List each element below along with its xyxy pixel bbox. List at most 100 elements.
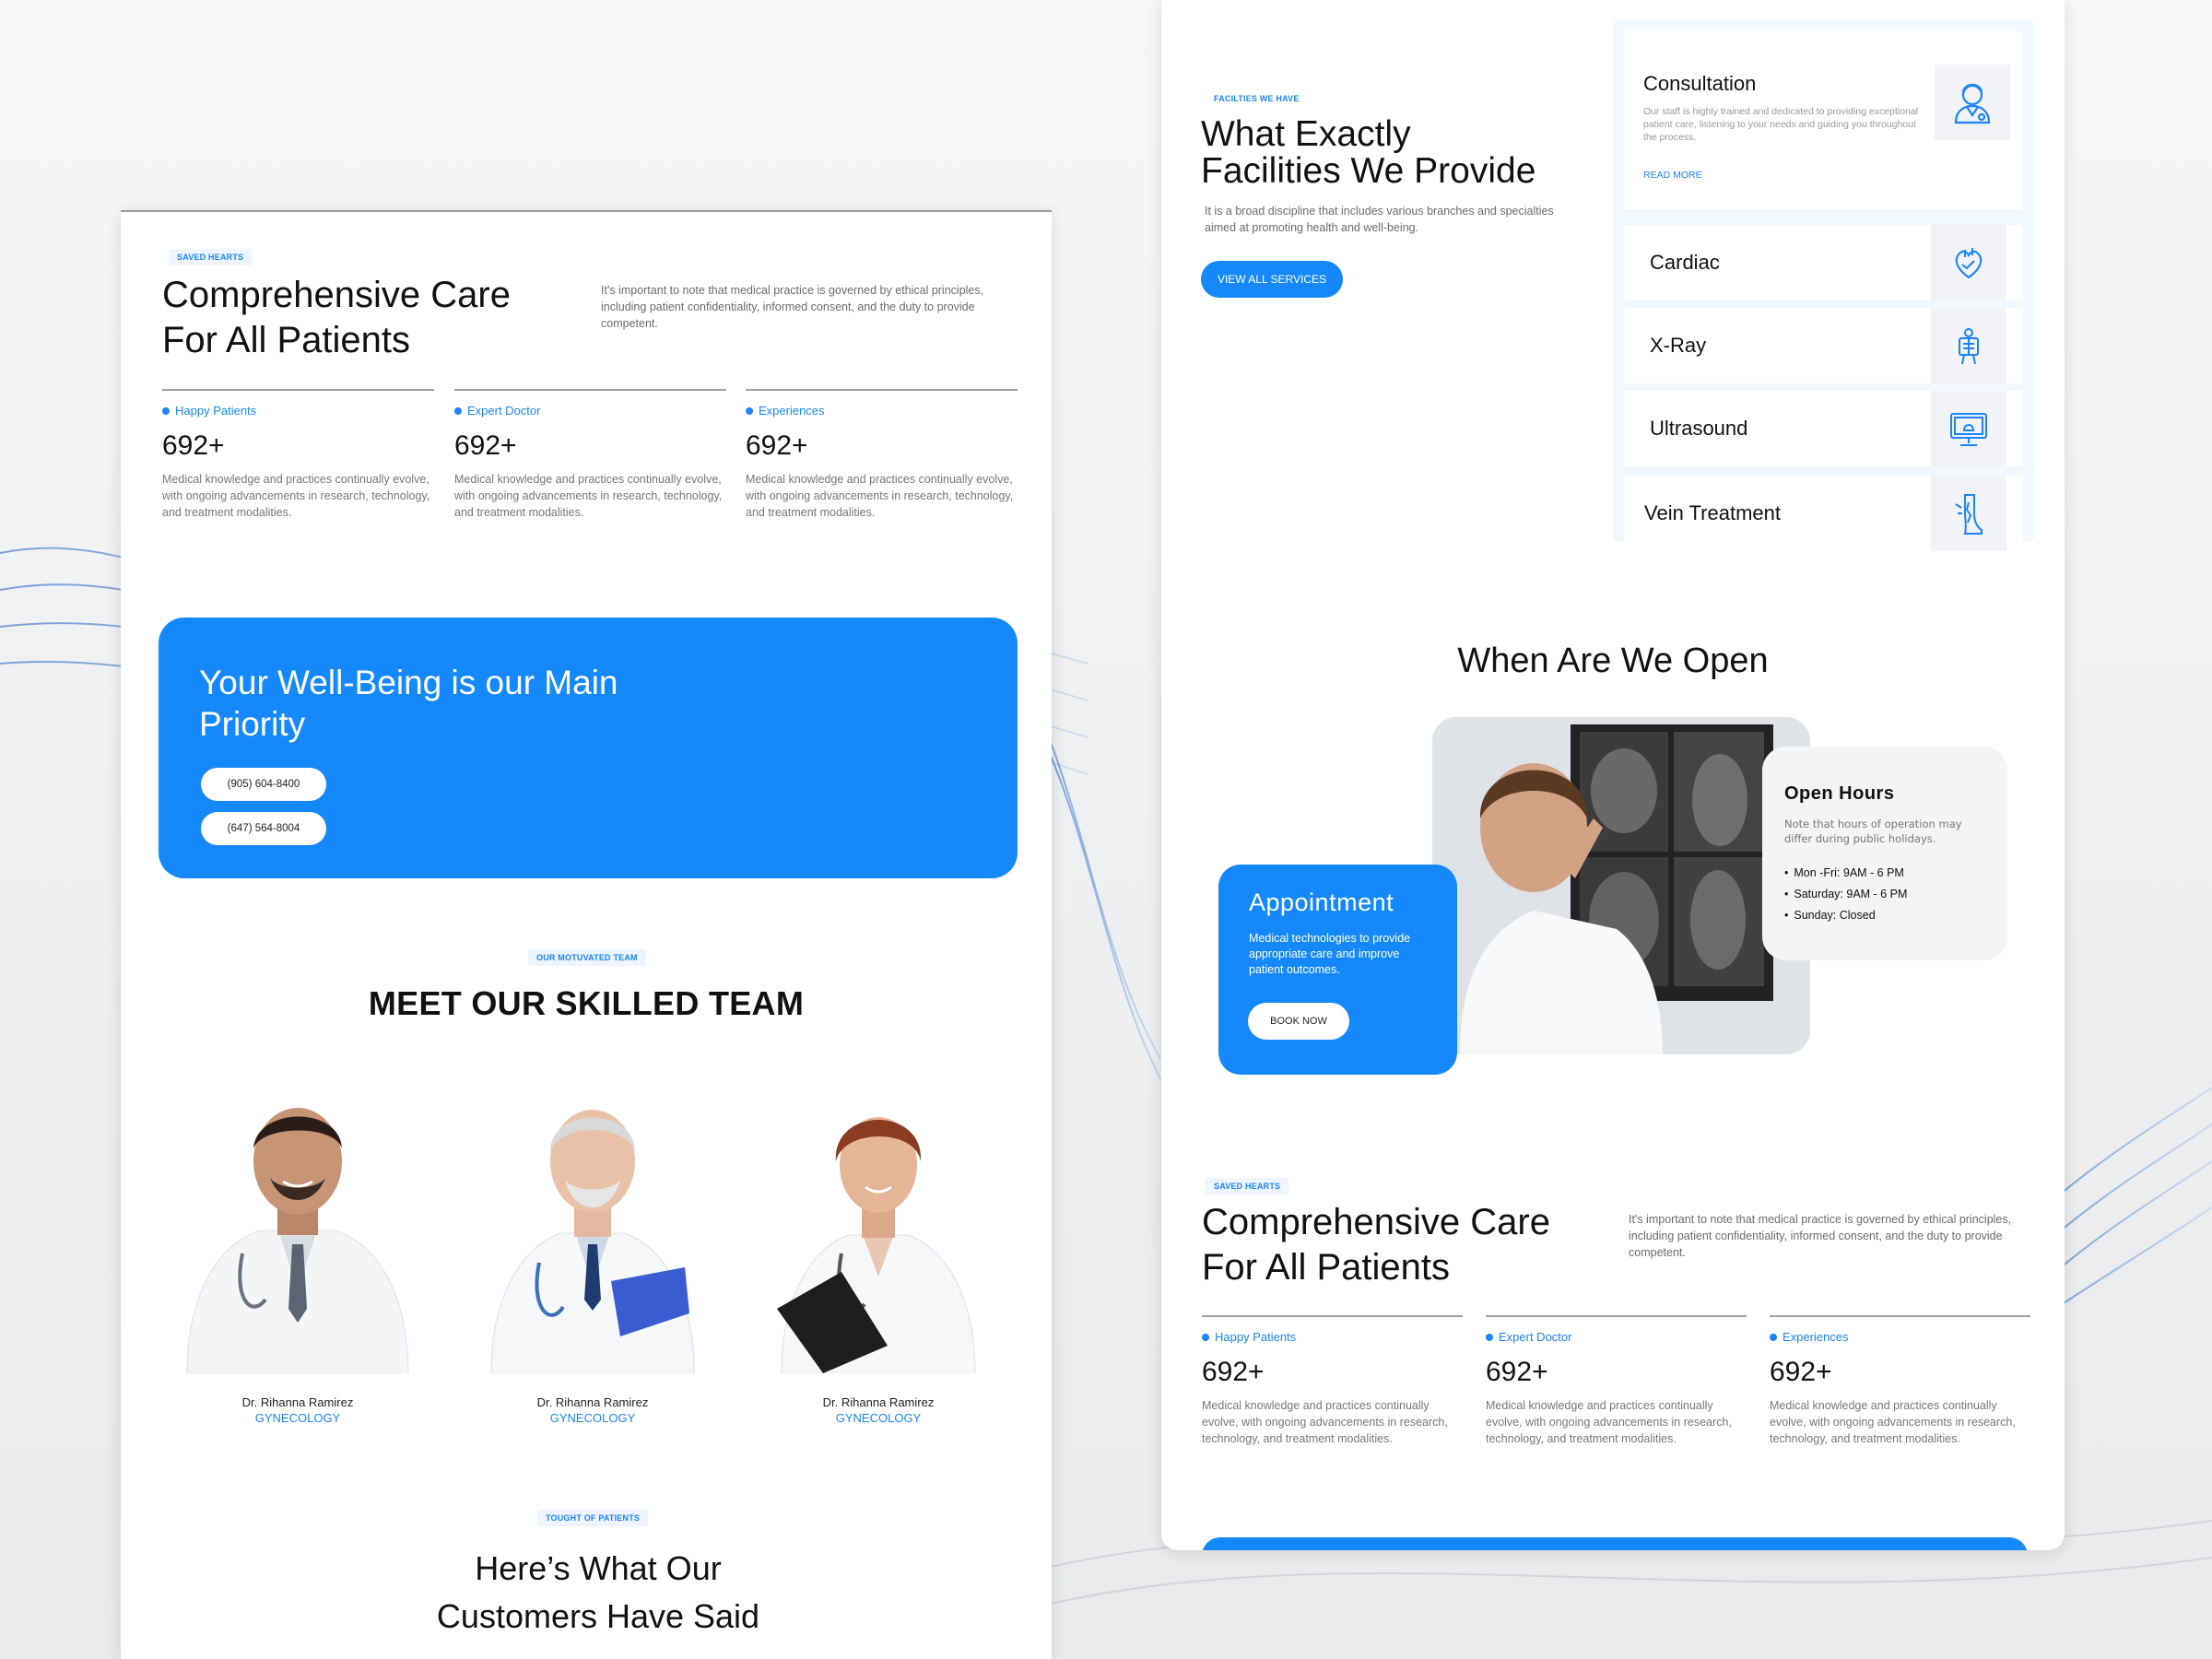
stat-description: Medical knowledge and practices continua… [1770,1399,2016,1445]
facilities-heading: What Exactly Facilities We Provide [1201,114,1536,191]
open-hours-list: Mon -Fri: 9AM - 6 PM Saturday: 9AM - 6 P… [1784,866,1907,930]
service-description: Our staff is highly trained and dedicate… [1643,106,1919,143]
stat-description: Medical knowledge and practices continua… [162,473,430,519]
stat-value: 692+ [1486,1357,1548,1387]
dot-icon [1202,1333,1209,1341]
doctor-xray-photo [1432,717,1810,1054]
stat-description: Medical knowledge and practices continua… [746,473,1014,519]
appointment-card: Appointment Medical technologies to prov… [1218,865,1457,1075]
service-card-consultation[interactable]: Consultation Our staff is highly trained… [1624,31,2023,209]
banner-title: Your Well-Being is our Main Priority [199,664,618,743]
doctor-specialty: GYNECOLOGY [835,1411,922,1425]
hours-weekdays: Mon -Fri: 9AM - 6 PM [1784,866,1907,879]
care-description: It's important to note that medical prac… [1629,1213,2012,1259]
doctor-photo [186,1108,409,1373]
dot-icon [1486,1333,1493,1341]
doctor-name: Dr. Rihanna Ramirez [241,1395,354,1409]
stat-expert-doctor: Expert Doctor 692+ Medical knowledge and… [454,389,726,521]
stat-label: Experiences [746,404,1018,418]
phone-button-2[interactable]: (647) 564-8004 [201,812,326,845]
service-card-ultrasound[interactable]: Ultrasound [1624,391,2023,466]
stat-experiences: Experiences 692+ Medical knowledge and p… [746,389,1018,521]
dot-icon [454,406,462,415]
stat-happy-patients: Happy Patients 692+ Medical knowledge an… [1202,1315,1463,1447]
care-description: It's important to note that medical prac… [601,284,984,330]
stat-label: Expert Doctor [454,404,726,418]
monitor-icon [1931,391,2006,466]
dot-icon [162,406,170,415]
testimonials-tag: TOUGHT OF PATIENTS [537,1510,649,1526]
appointment-description: Medical technologies to provide appropri… [1249,932,1411,976]
team-heading: MEET OUR SKILLED TEAM [368,984,805,1022]
right-page-preview: FACILTIES WE HAVE What Exactly Facilitie… [1161,0,2065,1550]
open-hours-heading: When Are We Open [1457,641,1769,680]
service-name: Ultrasound [1650,417,1748,440]
doctor-specialty: GYNECOLOGY [254,1411,341,1425]
open-hours-note: Note that hours of operation may differ … [1784,818,1962,845]
phone-button-1[interactable]: (905) 604-8400 [201,768,326,801]
stat-description: Medical knowledge and practices continua… [1486,1399,1732,1445]
open-hours-title: Open Hours [1784,783,1895,804]
stat-divider [1202,1315,1463,1317]
stat-divider [1770,1315,2030,1317]
book-now-button[interactable]: BOOK NOW [1248,1003,1349,1040]
heart-icon [1931,225,2006,300]
stat-value: 692+ [454,430,517,461]
service-name: Cardiac [1650,251,1720,274]
stat-label: Happy Patients [1202,1330,1463,1344]
doctor-name: Dr. Rihanna Ramirez [822,1395,935,1409]
facilities-tag: FACILTIES WE HAVE [1206,90,1308,107]
service-card-xray[interactable]: X-Ray [1624,308,2023,383]
open-hours-card: Open Hours Note that hours of operation … [1762,747,2007,960]
left-page-preview: SAVED HEARTS Comprehensive Care For All … [121,210,1052,1659]
doctor-card[interactable]: Dr. Rihanna Ramirez GYNECOLOGY [749,1069,1007,1425]
stat-value: 692+ [1202,1357,1265,1387]
appointment-title: Appointment [1249,888,1394,916]
stat-label: Experiences [1770,1330,2030,1344]
doctor-card[interactable]: Dr. Rihanna Ramirez GYNECOLOGY [464,1069,722,1425]
stat-value: 692+ [162,430,225,461]
services-list: Consultation Our staff is highly trained… [1613,20,2034,551]
doctor-icon [1935,65,2010,140]
doctor-photo [490,1110,695,1373]
saved-hearts-tag: SAVED HEARTS [1206,1178,1289,1194]
doctor-name: Dr. Rihanna Ramirez [536,1395,649,1409]
service-name: X-Ray [1650,334,1707,357]
stat-value: 692+ [746,430,808,461]
stat-divider [1486,1315,1747,1317]
stat-divider [162,389,434,391]
view-all-services-button[interactable]: VIEW ALL SERVICES [1201,261,1343,298]
stat-value: 692+ [1770,1357,1832,1387]
stat-experiences: Experiences 692+ Medical knowledge and p… [1770,1315,2030,1447]
stat-label: Expert Doctor [1486,1330,1747,1344]
service-card-vein-treatment[interactable]: Vein Treatment [1624,476,2023,551]
read-more-link[interactable]: READ MORE [1643,170,1702,181]
stat-divider [746,389,1018,391]
dot-icon [1770,1333,1777,1341]
wellbeing-banner: Your Well-Being is our Main Priority (90… [159,618,1018,878]
stat-description: Medical knowledge and practices continua… [1202,1399,1448,1445]
stat-divider [454,389,726,391]
dot-icon [746,406,753,415]
leg-icon [1931,476,2006,551]
testimonials-heading: Here’s What Our Customers Have Said [436,1549,760,1635]
care-heading: Comprehensive Care For All Patients [162,275,511,360]
doctor-specialty: GYNECOLOGY [549,1411,636,1425]
facilities-description: It is a broad discipline that includes v… [1205,205,1554,234]
stat-description: Medical knowledge and practices continua… [454,473,723,519]
doctor-photo [777,1117,976,1373]
stat-label: Happy Patients [162,404,434,418]
team-tag: OUR MOTUVATED TEAM [528,949,646,966]
service-card-cardiac[interactable]: Cardiac [1624,225,2023,300]
xray-icon [1931,308,2006,383]
hours-saturday: Saturday: 9AM - 6 PM [1784,888,1907,900]
service-name: Vein Treatment [1644,501,1781,524]
hours-sunday: Sunday: Closed [1784,909,1907,922]
saved-hearts-tag: SAVED HEARTS [169,249,253,265]
doctor-card[interactable]: Dr. Rihanna Ramirez GYNECOLOGY [169,1069,427,1425]
service-title: Consultation [1643,72,1757,95]
bottom-banner-edge [1202,1537,2028,1550]
stat-expert-doctor: Expert Doctor 692+ Medical knowledge and… [1486,1315,1747,1447]
care-heading: Comprehensive Care For All Patients [1202,1202,1550,1288]
stat-happy-patients: Happy Patients 692+ Medical knowledge an… [162,389,434,521]
